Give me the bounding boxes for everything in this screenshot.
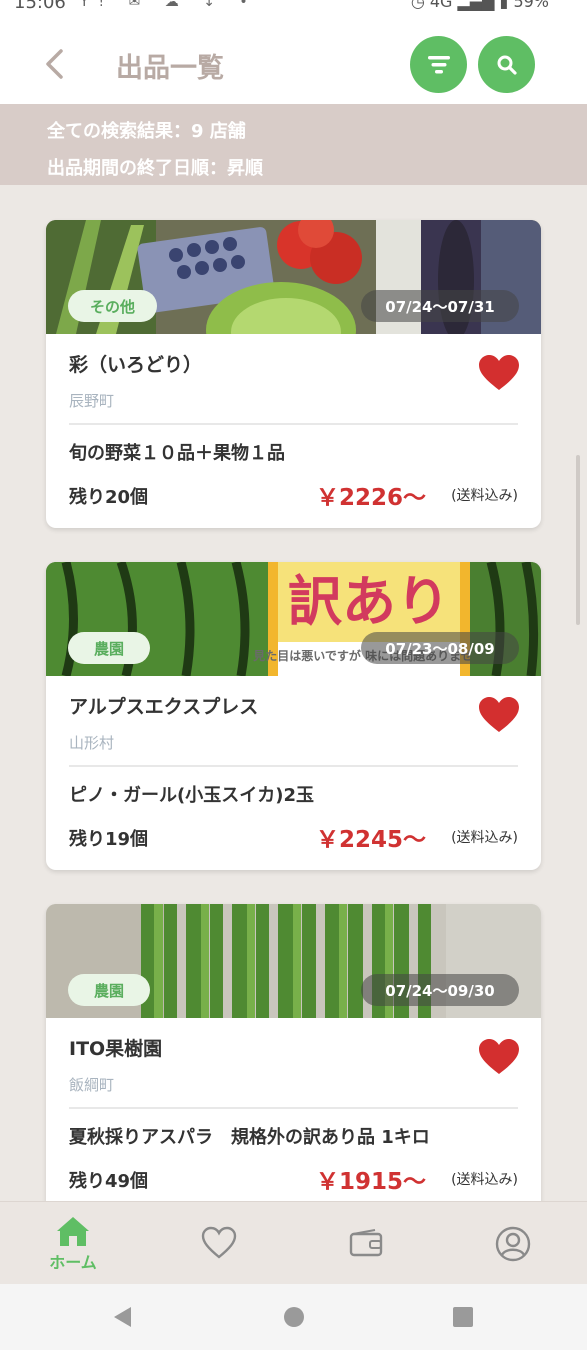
divider	[69, 423, 518, 425]
scrollbar[interactable]	[576, 455, 580, 625]
category-tag: 農園	[68, 632, 150, 664]
image-headline: 訳あり	[288, 570, 450, 633]
circle-home-icon	[284, 1307, 304, 1327]
shipping-note: (送料込み)	[451, 830, 518, 846]
listing-period: 07/23〜08/09	[361, 632, 519, 664]
search-icon	[497, 55, 517, 75]
system-back-button[interactable]	[108, 1302, 138, 1332]
wallet-icon	[349, 1229, 383, 1257]
search-button[interactable]	[478, 36, 535, 93]
nav-account[interactable]	[440, 1202, 586, 1285]
nav-wallet[interactable]	[293, 1202, 439, 1285]
listing-card[interactable]: 訳あり 見た目は悪いですが 味には問題ありません 農園 07/23〜08/09 …	[46, 562, 541, 870]
status-time: 15:06	[14, 0, 66, 13]
nav-home[interactable]: ホーム	[0, 1202, 146, 1285]
category-tag: 農園	[68, 974, 150, 1006]
alarm-icon: ◷	[410, 0, 430, 11]
heart-outline-icon	[201, 1226, 237, 1259]
bottom-navigation: ホーム	[0, 1201, 587, 1284]
status-right: ◷ 4G ▂▄▆ ▮ 59%	[411, 0, 549, 11]
sort-order: 出品期間の終了日順：昇順	[47, 158, 263, 179]
shipping-note: (送料込み)	[451, 1172, 518, 1188]
network-label: 4G	[429, 0, 453, 11]
product-name: 夏秋採りアスパラ 規格外の訳あり品 1キロ	[69, 1127, 430, 1148]
page-title: 出品一覧	[116, 53, 224, 84]
shop-name: ITO果樹園	[69, 1038, 163, 1060]
result-count: 全ての検索結果：9 店舗	[47, 121, 246, 142]
listing-period: 07/24〜09/30	[361, 974, 519, 1006]
battery-level: 59%	[513, 0, 549, 11]
stock-remaining: 残り49個	[69, 1171, 149, 1192]
listing-list[interactable]: その他 07/24〜07/31 彩（いろどり） 辰野町 旬の野菜１０品＋果物１品…	[0, 185, 587, 1201]
shop-area: 山形村	[69, 734, 115, 752]
shop-name: 彩（いろどり）	[69, 354, 203, 376]
product-name: ピノ・ガール(小玉スイカ)2玉	[69, 785, 314, 806]
system-home-button[interactable]	[279, 1302, 309, 1332]
price: ￥1915〜	[316, 1169, 427, 1195]
heart-icon[interactable]	[478, 1038, 520, 1076]
listing-period: 07/24〜07/31	[361, 290, 519, 322]
triangle-back-icon	[114, 1307, 131, 1327]
back-button[interactable]	[34, 42, 78, 86]
category-tag: その他	[68, 290, 158, 322]
chevron-left-icon	[46, 49, 63, 79]
filter-icon	[427, 55, 450, 73]
filter-button[interactable]	[410, 36, 467, 93]
nav-favorites[interactable]	[146, 1202, 292, 1285]
account-icon	[495, 1226, 531, 1262]
status-bar: 15:06 Y! ✉ ☁ ↓ • ◷ 4G ▂▄▆ ▮ 59%	[0, 0, 587, 22]
signal-icon: ▂▄▆	[457, 0, 500, 11]
notification-icons: Y! ✉ ☁ ↓ •	[80, 0, 258, 10]
system-navigation-bar	[0, 1284, 587, 1350]
search-summary: 全ての検索結果：9 店舗 出品期間の終了日順：昇順	[0, 104, 587, 185]
battery-icon: ▮	[499, 0, 514, 11]
shop-area: 飯綱町	[69, 1076, 115, 1094]
heart-icon[interactable]	[478, 354, 520, 392]
app-header: 出品一覧	[0, 22, 587, 104]
divider	[69, 765, 518, 767]
listing-card[interactable]: その他 07/24〜07/31 彩（いろどり） 辰野町 旬の野菜１０品＋果物１品…	[46, 220, 541, 528]
nav-home-label: ホーム	[49, 1253, 97, 1272]
home-icon	[57, 1217, 89, 1246]
price: ￥2226〜	[316, 485, 427, 511]
product-name: 旬の野菜１０品＋果物１品	[69, 443, 285, 464]
square-recents-icon	[453, 1307, 473, 1327]
listing-card[interactable]: 農園 07/24〜09/30 ITO果樹園 飯綱町 夏秋採りアスパラ 規格外の訳…	[46, 904, 541, 1201]
shipping-note: (送料込み)	[451, 488, 518, 504]
heart-icon[interactable]	[478, 696, 520, 734]
shop-name: アルプスエクスプレス	[69, 696, 259, 718]
shop-area: 辰野町	[69, 392, 115, 410]
price: ￥2245〜	[316, 827, 427, 853]
stock-remaining: 残り20個	[69, 487, 149, 508]
system-recents-button[interactable]	[448, 1302, 478, 1332]
stock-remaining: 残り19個	[69, 829, 149, 850]
divider	[69, 1107, 518, 1109]
